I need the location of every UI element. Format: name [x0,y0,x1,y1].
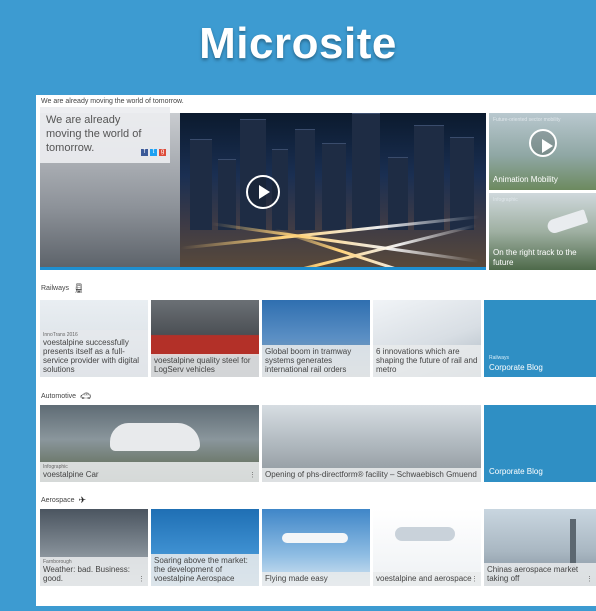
section-header-railways: Railways 🚆︎ [41,283,84,294]
more-options-icon[interactable]: ⋮ [249,471,256,479]
tile-title: Chinas aerospace market taking off [487,565,579,583]
page-tagline: We are already moving the world of tomor… [41,98,184,105]
hero-progress-bar [40,267,486,270]
skyline-building [295,129,315,230]
section-title: Aerospace [41,497,75,504]
aerospace-tile-flying[interactable]: Flying made easy [262,509,370,586]
banner-title: Microsite [199,19,397,68]
skyline-building [322,143,346,230]
side-tile-infographic-track[interactable]: Infographic On the right track to the fu… [489,193,596,270]
aerospace-tile-soaring[interactable]: Soaring above the market: the developmen… [151,509,259,586]
hero-caption-card: We are already moving the world of tomor… [40,107,170,163]
tile-caption: voestalpine and aerospace [373,572,481,586]
side-tile-kicker: Future-oriented sector mobility [493,117,561,123]
play-icon[interactable] [246,175,280,209]
skyline-building [190,139,212,230]
skyline-building [352,113,380,230]
train-icon: 🚆︎ [73,283,85,293]
aerospace-tile-farnborough[interactable]: Farnborough Weather: bad. Business: good… [40,509,148,586]
tile-title: voestalpine and aerospace [376,574,472,583]
tile-caption: InnoTrans 2016 voestalpine successfully … [40,330,148,377]
skyline-building [218,159,236,230]
train-image [545,209,589,235]
tile-title: Weather: bad. Business: good. [43,565,131,583]
tile-caption: Global boom in tramway systems generates… [262,345,370,377]
tile-title: voestalpine quality steel for LogServ ve… [154,356,251,374]
tile-title: Global boom in tramway systems generates… [265,347,352,374]
airplane-image [282,533,348,543]
section-title: Railways [41,285,70,292]
side-tile-label: On the right track to the future [493,248,577,267]
tile-caption: Infographic voestalpine Car [40,462,259,482]
airplane-image [395,527,455,541]
railways-tile-tramway[interactable]: Global boom in tramway systems generates… [262,300,370,377]
aerospace-tile-china[interactable]: Chinas aerospace market taking off ⋮ [484,509,596,586]
side-tile-animation-mobility[interactable]: Future-oriented sector mobility Animatio… [489,113,596,190]
skyline-building [388,157,408,230]
microsite-page: We are already moving the world of tomor… [36,95,596,606]
tile-title: Soaring above the market: the developmen… [154,556,248,583]
section-title: Automotive [41,393,77,400]
more-options-icon[interactable]: ⋮ [138,575,145,583]
railways-tile-innovations[interactable]: 6 innovations which are shaping the futu… [373,300,481,377]
railways-tile-logserv[interactable]: voestalpine quality steel for LogServ ve… [151,300,259,377]
automotive-tile-car[interactable]: Infographic voestalpine Car ⋮ [40,405,259,482]
tower-image [570,519,576,569]
blog-kicker: Railways [489,355,510,361]
tile-caption: Opening of phs-directform® facility – Sc… [262,468,481,482]
side-tile-label: Animation Mobility [493,175,558,184]
section-header-aerospace: Aerospace ✈ [41,495,86,506]
blog-title: Corporate Blog [489,467,543,476]
section-header-automotive: Automotive 🚗︎ [41,391,91,402]
aerospace-tile-voestalpine[interactable]: voestalpine and aerospace ⋮ [373,509,481,586]
tile-caption: Soaring above the market: the developmen… [151,554,259,586]
tile-caption: Chinas aerospace market taking off [484,563,596,586]
blog-title: Corporate Blog [489,363,543,372]
car-icon: 🚗︎ [80,391,92,401]
play-icon[interactable] [529,129,557,157]
skyline-building [414,125,444,230]
tile-caption: voestalpine quality steel for LogServ ve… [151,354,259,377]
side-tile-kicker: Infographic [493,197,518,203]
automotive-tile-phs-directform[interactable]: Opening of phs-directform® facility – Sc… [262,405,481,482]
car-image [110,423,200,451]
tile-caption: Flying made easy [262,572,370,586]
more-options-icon[interactable]: ⋮ [471,575,478,583]
banner: Microsite [0,0,596,88]
facebook-icon[interactable]: f [141,149,148,156]
airplane-icon: ✈ [78,495,87,505]
tile-title: Opening of phs-directform® facility – Sc… [265,470,477,479]
google-plus-icon[interactable]: g [159,149,166,156]
more-options-icon[interactable]: ⋮ [586,575,593,583]
railways-tile-innotrans[interactable]: InnoTrans 2016 voestalpine successfully … [40,300,148,377]
railways-corporate-blog[interactable]: Railways Corporate Blog [484,300,596,377]
tile-caption: Farnborough Weather: bad. Business: good… [40,557,148,586]
automotive-corporate-blog[interactable]: Corporate Blog [484,405,596,482]
tile-title: Flying made easy [265,574,328,583]
tile-title: voestalpine successfully presents itself… [43,338,140,374]
tile-title: 6 innovations which are shaping the futu… [376,347,478,374]
tile-title: voestalpine Car [43,470,99,479]
twitter-icon[interactable]: t [150,149,157,156]
tile-caption: 6 innovations which are shaping the futu… [373,345,481,377]
